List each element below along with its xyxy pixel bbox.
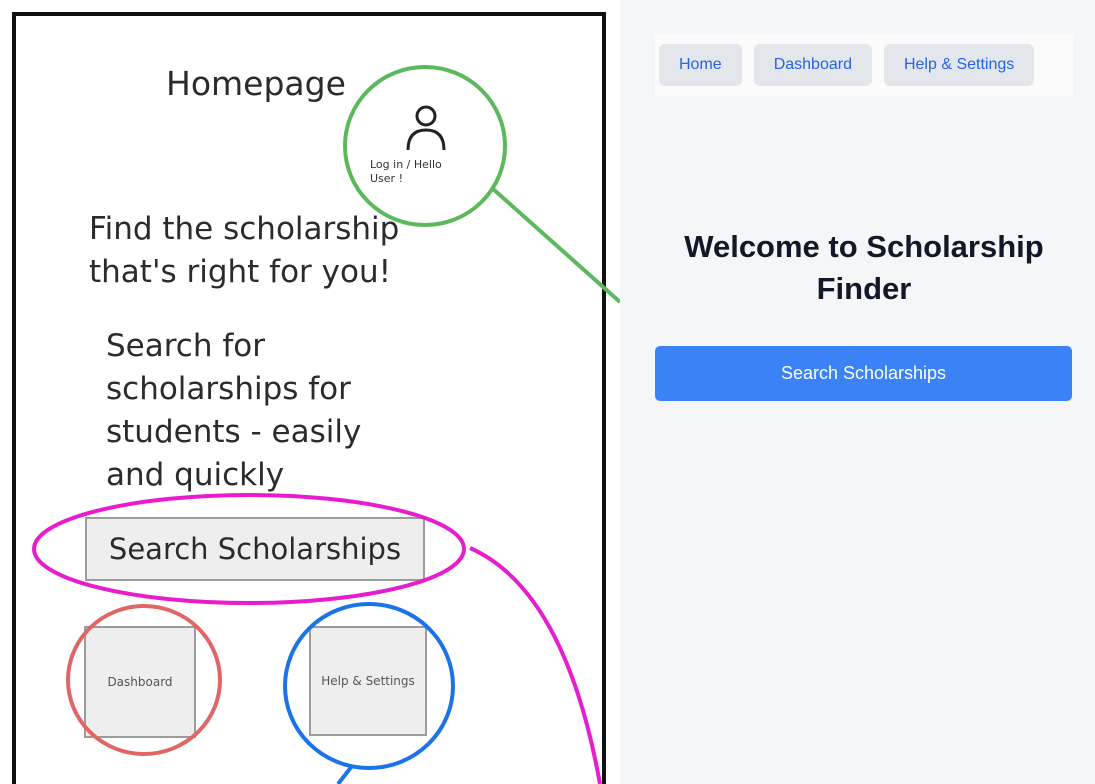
- wireframe-panel: Homepage Log in / Hello User ! Find the …: [0, 0, 620, 784]
- top-nav: Home Dashboard Help & Settings: [655, 34, 1073, 96]
- dashboard-annotation-circle: [66, 604, 222, 756]
- page-title: Welcome to Scholarship Finder: [684, 229, 1044, 306]
- help-annotation-circle: [283, 602, 455, 770]
- search-scholarships-button[interactable]: Search Scholarships: [655, 346, 1072, 401]
- annotation-overlay: [32, 65, 620, 784]
- search-annotation-ellipse: [32, 493, 466, 605]
- app-panel: Home Dashboard Help & Settings Welcome t…: [620, 0, 1095, 784]
- nav-help-settings-button[interactable]: Help & Settings: [883, 44, 1035, 86]
- search-annotation-connector: [469, 546, 602, 784]
- nav-dashboard-button[interactable]: Dashboard: [753, 44, 872, 86]
- login-annotation-circle: [343, 65, 507, 227]
- login-annotation-connector: [490, 186, 620, 304]
- help-annotation-connector: [336, 764, 354, 784]
- nav-home-button[interactable]: Home: [659, 44, 742, 86]
